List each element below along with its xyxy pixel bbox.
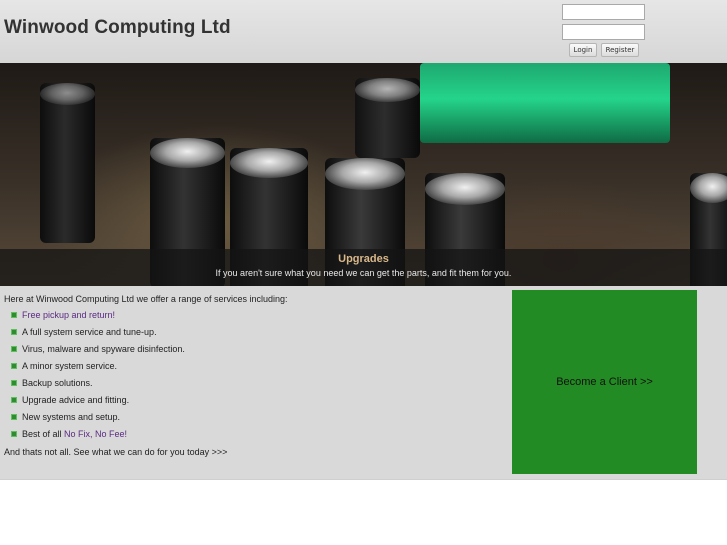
service-item: Free pickup and return! (11, 310, 115, 320)
service-item: A full system service and tune-up. (11, 327, 157, 337)
banner-caption-text: If you aren't sure what you need we can … (215, 268, 512, 278)
green-square-bullet-icon (11, 397, 17, 403)
site-header: Winwood Computing Ltd Login Register (0, 0, 727, 63)
banner-capacitor (355, 78, 420, 158)
service-item: Backup solutions. (11, 378, 93, 388)
username-input[interactable] (562, 4, 645, 20)
green-square-bullet-icon (11, 414, 17, 420)
banner-capacitor (40, 83, 95, 243)
service-item: Upgrade advice and fitting. (11, 395, 129, 405)
hero-banner: Upgrades If you aren't sure what you nee… (0, 63, 727, 286)
service-item: A minor system service. (11, 361, 117, 371)
services-section: Here at Winwood Computing Ltd we offer a… (0, 286, 727, 480)
green-square-bullet-icon (11, 363, 17, 369)
service-item: New systems and setup. (11, 412, 120, 422)
green-square-bullet-icon (11, 312, 17, 318)
services-outro: And thats not all. See what we can do fo… (4, 447, 228, 457)
no-fix-no-fee-link[interactable]: No Fix, No Fee! (64, 429, 127, 439)
service-item: Best of all No Fix, No Fee! (11, 429, 127, 439)
service-item: Virus, malware and spyware disinfection. (11, 344, 185, 354)
become-client-button[interactable]: Become a Client >> (512, 290, 697, 474)
green-square-bullet-icon (11, 380, 17, 386)
banner-caption-title: Upgrades (338, 253, 389, 265)
site-title: Winwood Computing Ltd (4, 17, 231, 38)
login-button[interactable]: Login (569, 43, 597, 57)
green-square-bullet-icon (11, 431, 17, 437)
become-client-label: Become a Client >> (556, 376, 653, 388)
password-input[interactable] (562, 24, 645, 40)
banner-green-component (420, 63, 670, 143)
free-pickup-link[interactable]: Free pickup and return! (22, 310, 115, 320)
register-button[interactable]: Register (601, 43, 639, 57)
green-square-bullet-icon (11, 329, 17, 335)
green-square-bullet-icon (11, 346, 17, 352)
services-intro: Here at Winwood Computing Ltd we offer a… (4, 294, 288, 304)
